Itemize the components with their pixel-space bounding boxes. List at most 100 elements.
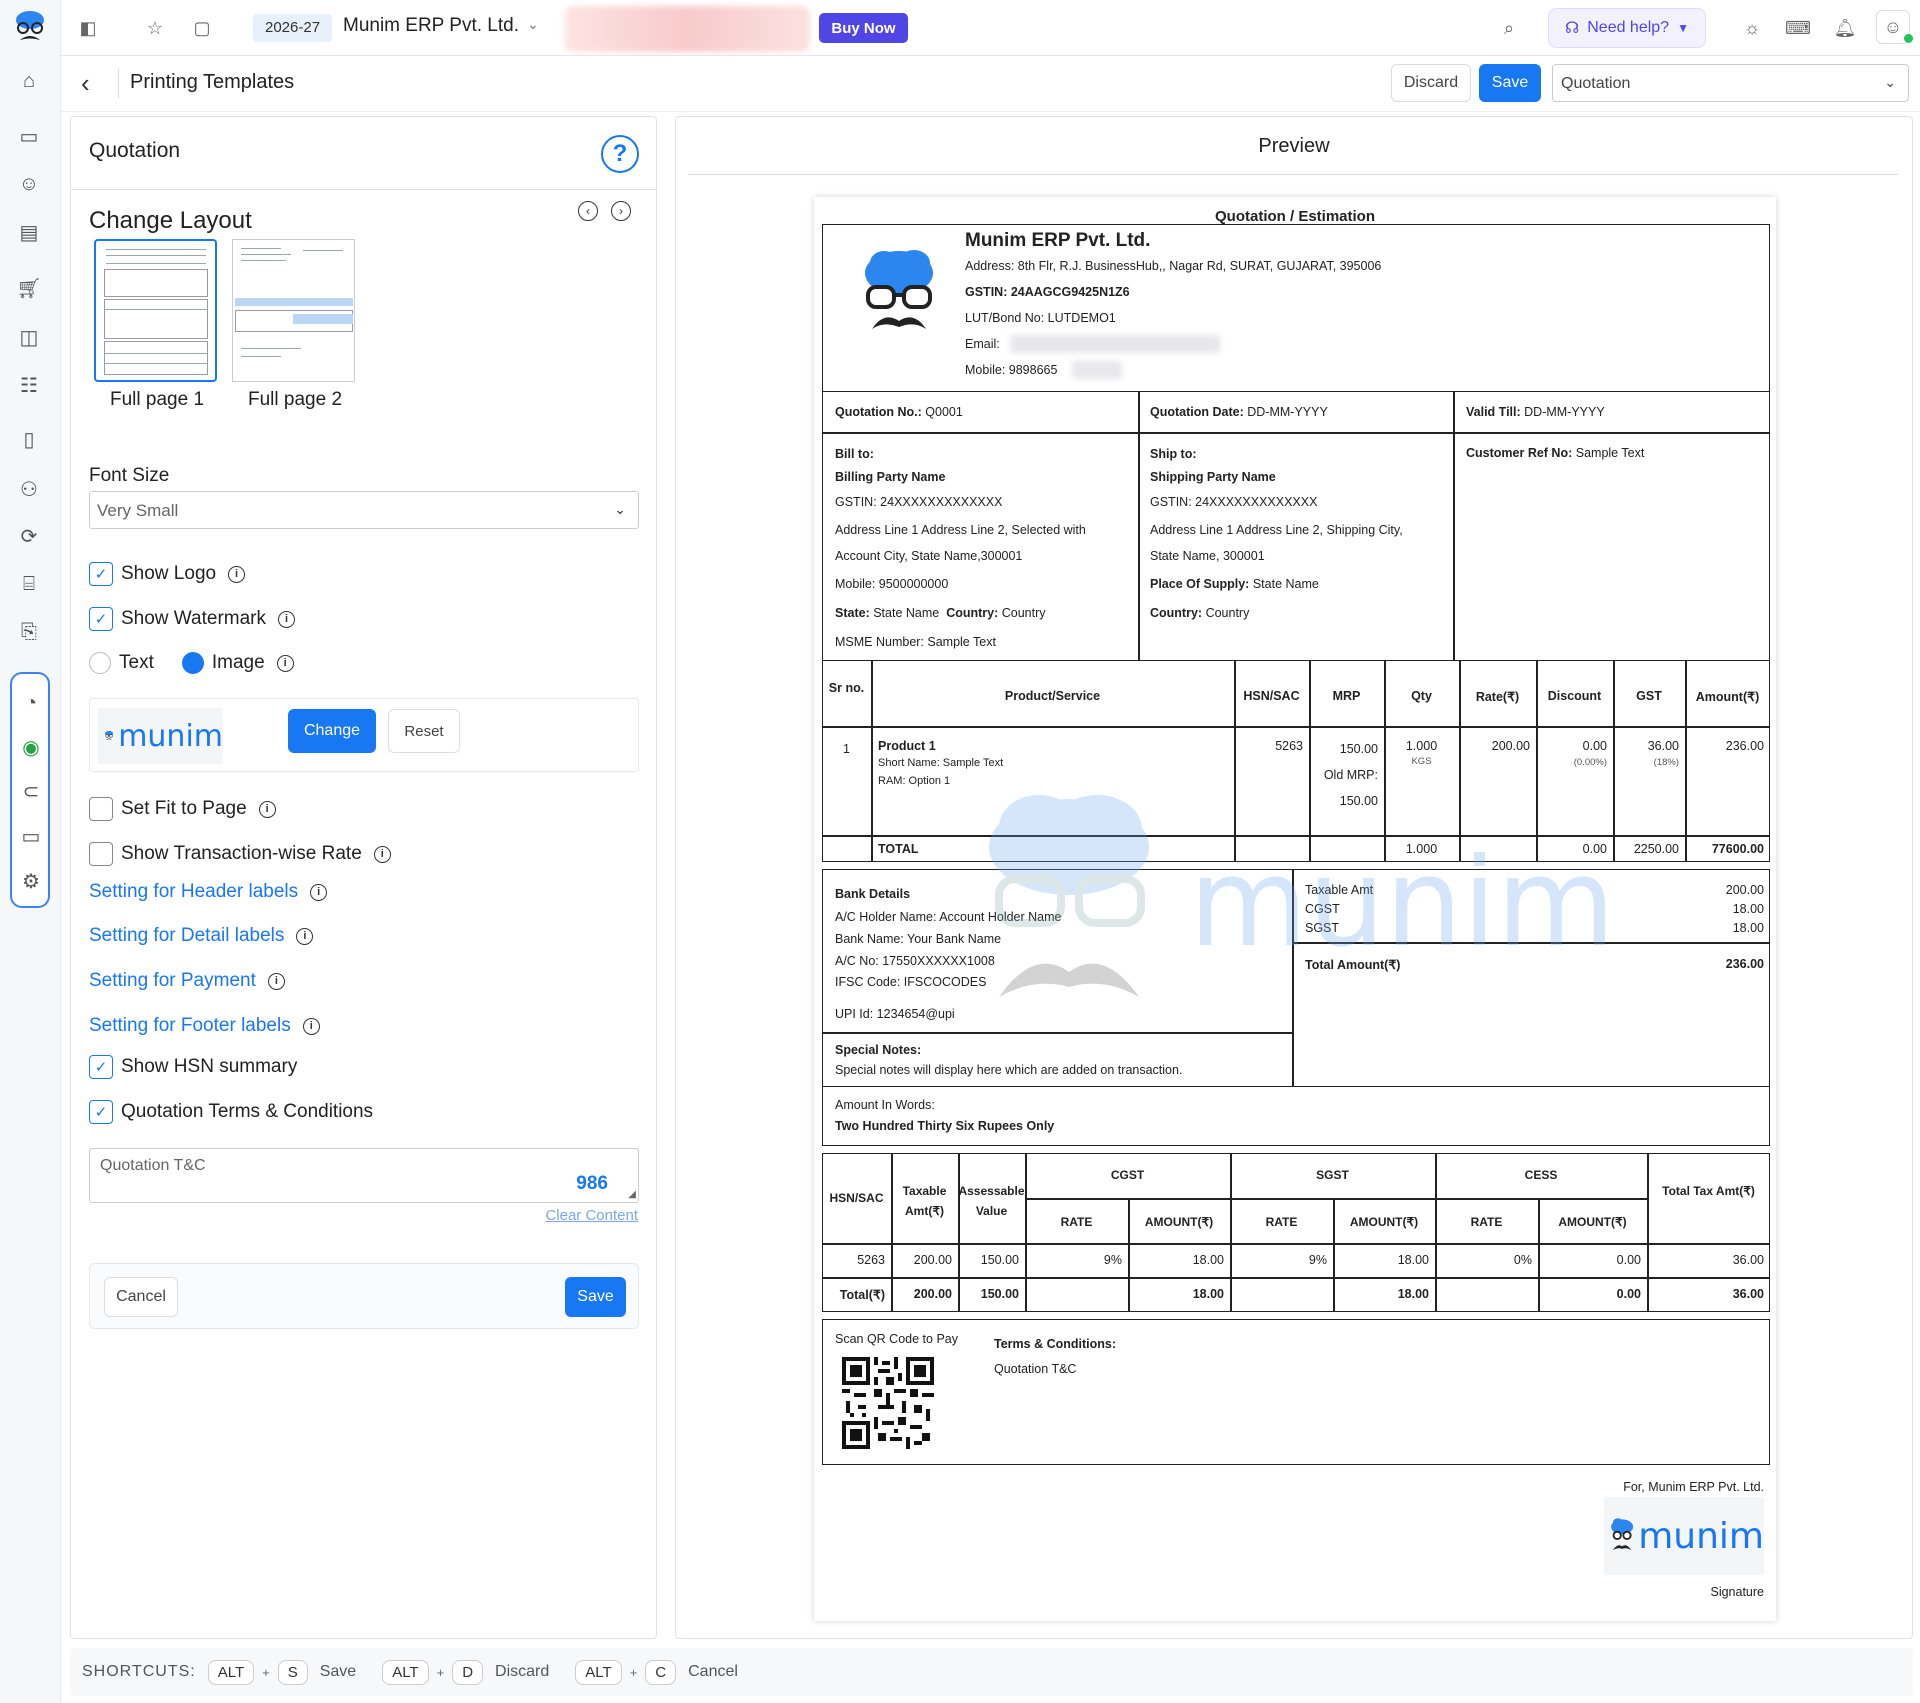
col-discount: Discount (1547, 689, 1602, 703)
info-icon[interactable]: i (267, 972, 285, 990)
cart-icon[interactable]: 🛒︎ (14, 273, 44, 303)
set-fit-checkbox[interactable] (89, 797, 113, 821)
document-icon[interactable]: ▢ (187, 13, 217, 43)
taxable-label: Taxable Amt (1305, 883, 1374, 897)
support-icon[interactable]: ◔ (16, 688, 46, 718)
bank-icon[interactable]: ⌸ (14, 569, 44, 599)
cgst-value: 18.00 (1732, 902, 1764, 916)
need-help-button[interactable]: ☊ Need help? ▼ (1548, 8, 1706, 48)
payment-link-text: Setting for Payment (89, 970, 256, 991)
show-hsn-checkbox[interactable]: ✓ (89, 1055, 113, 1079)
item-rate: 200.00 (1491, 739, 1530, 753)
briefcase-icon[interactable]: ▭ (14, 121, 44, 151)
watermark-type-row: Text Image i (89, 652, 294, 674)
users-icon[interactable]: ☺ (14, 169, 44, 199)
bulb-icon[interactable]: ☼ (1737, 13, 1767, 43)
discard-button[interactable]: Discard (1391, 64, 1471, 102)
reports-icon[interactable]: ☷ (14, 370, 44, 400)
cgst-amt-head: AMOUNT(₹) (1144, 1215, 1214, 1229)
show-watermark-checkbox[interactable]: ✓ (89, 607, 113, 631)
radio-image[interactable] (181, 652, 204, 674)
hsn-row-cgst-rate: 9% (1103, 1253, 1122, 1267)
bill-to-msme: MSME Number: Sample Text (835, 635, 996, 649)
txn-rate-checkbox[interactable] (89, 842, 113, 866)
resize-handle-icon[interactable]: ◢ (628, 1189, 636, 1200)
show-hsn-row: ✓ Show HSN summary (89, 1055, 297, 1079)
font-size-select[interactable]: Very Small ⌄ (89, 491, 639, 529)
change-watermark-button[interactable]: Change (288, 709, 376, 753)
financial-year-badge[interactable]: 2026-27 (253, 14, 333, 42)
toggle-icon[interactable]: ⊂ (16, 776, 46, 806)
payment-link[interactable]: Setting for Payment i (89, 970, 285, 992)
help-icon[interactable]: ? (601, 135, 639, 173)
home-icon[interactable]: ⌂ (14, 66, 44, 96)
star-icon[interactable]: ☆ (140, 13, 170, 43)
inventory-icon[interactable]: ▤ (14, 217, 44, 247)
contacts-icon[interactable]: ⚇ (14, 474, 44, 504)
header-labels-link-text: Setting for Header labels (89, 881, 299, 902)
whatsapp-icon[interactable]: ◉ (16, 732, 46, 762)
plus-sign: + (262, 1664, 270, 1680)
item-qty: 1.000 (1405, 739, 1438, 753)
munim-logo-icon[interactable] (12, 8, 48, 48)
template-select[interactable]: Quotation ⌄ (1552, 64, 1909, 102)
payments-icon[interactable]: ⟳ (14, 521, 44, 551)
monitor-icon[interactable]: ▭ (16, 821, 46, 851)
footer-labels-link[interactable]: Setting for Footer labels i (89, 1015, 320, 1037)
blurred-banner (565, 6, 810, 52)
next-layout-icon[interactable]: › (611, 201, 631, 221)
panel-title: Quotation (89, 139, 181, 162)
search-icon[interactable]: ⌕ (1494, 13, 1524, 43)
save-button[interactable]: Save (1479, 64, 1541, 102)
info-icon[interactable]: i (373, 845, 391, 863)
manual-icon[interactable]: ⎘ (14, 617, 44, 647)
caret-down-icon: ▼ (1677, 21, 1689, 35)
reset-watermark-button[interactable]: Reset (388, 709, 460, 753)
company-name[interactable]: Munim ERP Pvt. Ltd. (343, 15, 519, 37)
bank-acno: A/C No: 17550XXXXXX1008 (835, 954, 995, 968)
layout-thumb-full-page-2[interactable] (232, 239, 355, 382)
layout-thumb-full-page-1[interactable] (94, 239, 217, 382)
bag-icon[interactable]: ◫ (14, 322, 44, 352)
signature-label: Signature (1710, 1585, 1764, 1599)
doc-title: Quotation / Estimation (1215, 208, 1375, 225)
sidebar-toggle-icon[interactable]: ◧ (73, 13, 103, 43)
bank-holder: A/C Holder Name: Account Holder Name (835, 910, 1062, 924)
cancel-button[interactable]: Cancel (104, 1277, 178, 1317)
notification-icon[interactable]: 🔔︎ (1830, 13, 1860, 43)
back-arrow-icon[interactable]: ‹ (81, 68, 90, 99)
book-icon[interactable]: ▯ (14, 424, 44, 454)
save-button[interactable]: Save (565, 1277, 626, 1317)
show-logo-checkbox[interactable]: ✓ (89, 562, 113, 586)
info-icon[interactable]: i (228, 565, 246, 583)
hsn-row-cgst-amt: 18.00 (1192, 1253, 1224, 1267)
info-icon[interactable]: i (258, 800, 276, 818)
info-icon[interactable]: i (302, 1017, 320, 1035)
buy-now-button[interactable]: Buy Now (819, 13, 908, 43)
qr-terms-section (822, 1319, 1770, 1465)
terms-label: Terms & Conditions: (994, 1337, 1116, 1351)
info-icon[interactable]: i (296, 927, 314, 945)
quotation-tc-checkbox[interactable]: ✓ (89, 1100, 113, 1124)
info-icon[interactable]: i (276, 654, 294, 672)
settings-icon[interactable]: ⚙ (16, 866, 46, 896)
set-fit-label: Set Fit to Page (121, 798, 247, 819)
hsn-row-cess-amt: 0.00 (1616, 1253, 1641, 1267)
clear-content-link[interactable]: Clear Content (545, 1207, 638, 1224)
header-labels-link[interactable]: Setting for Header labels i (89, 881, 328, 903)
tc-textarea[interactable]: Quotation T&C 986 ◢ (89, 1148, 639, 1203)
chevron-down-icon[interactable]: ⌄ (527, 16, 539, 33)
keyboard-icon[interactable]: ⌨ (1783, 13, 1813, 43)
prev-layout-icon[interactable]: ‹ (578, 201, 598, 221)
quotation-tc-row: ✓ Quotation Terms & Conditions (89, 1100, 373, 1124)
info-icon[interactable]: i (278, 610, 295, 628)
show-logo-row: ✓ Show Logo i (89, 562, 246, 586)
quotation-date: Quotation Date: DD-MM-YYYY (1150, 405, 1328, 419)
blurred-mobile (1072, 361, 1122, 379)
bank-heading: Bank Details (835, 887, 911, 901)
sub-header: ‹ Printing Templates Discard Save Quotat… (61, 56, 1920, 112)
info-icon[interactable]: i (310, 883, 328, 901)
item-hsn: 5263 (1275, 739, 1303, 753)
radio-text[interactable] (89, 652, 111, 674)
detail-labels-link[interactable]: Setting for Detail labels i (89, 925, 314, 947)
